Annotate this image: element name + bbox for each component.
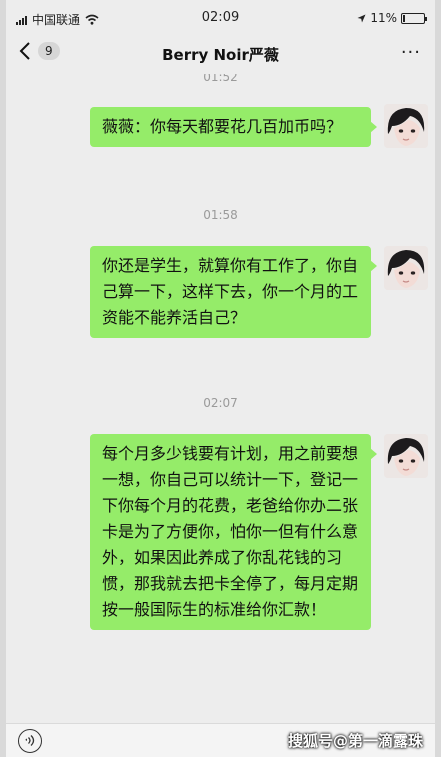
battery-level-fill xyxy=(403,14,405,22)
location-arrow-icon xyxy=(357,14,366,22)
battery-percent: 11% xyxy=(370,11,397,25)
phone-screen: 中国联通 02:09 11% 9 Berry Noir严薇 ··· 01:52 … xyxy=(0,0,441,757)
input-bar: 搜狐号@第一滴露珠 xyxy=(6,723,435,757)
message-list[interactable]: 01:52 薇薇：你每天都要花几百加币吗？ 01:58 你还是学生，就算你有工作… xyxy=(6,74,435,724)
more-dots-icon[interactable]: ··· xyxy=(401,42,421,63)
message-bubble[interactable]: 薇薇：你每天都要花几百加币吗？ xyxy=(90,107,377,147)
avatar[interactable] xyxy=(384,104,428,148)
avatar[interactable] xyxy=(384,434,428,478)
user-avatar-icon xyxy=(384,434,428,478)
status-right: 11% xyxy=(357,11,427,25)
message-row: 每个月多少钱要有计划，用之前要想一想，你自己可以统计一下，登记一下你每个月的花费… xyxy=(6,434,435,714)
voice-input-icon xyxy=(25,735,35,746)
chat-title: Berry Noir严薇 xyxy=(162,46,279,64)
avatar[interactable] xyxy=(384,246,428,290)
user-avatar-icon xyxy=(384,104,428,148)
status-bar: 中国联通 02:09 11% xyxy=(6,0,435,34)
message-row: 薇薇：你每天都要花几百加币吗？ xyxy=(6,104,435,184)
message-bubble[interactable]: 每个月多少钱要有计划，用之前要想一想，你自己可以统计一下，登记一下你每个月的花费… xyxy=(90,434,377,630)
message-row: 你还是学生，就算你有工作了，你自己算一下，这样下去，你一个月的工资能不能养活自己… xyxy=(6,246,435,370)
chat-header: 9 Berry Noir严薇 ··· xyxy=(6,34,435,74)
watermark: 搜狐号@第一滴露珠 xyxy=(287,732,423,750)
timestamp: 01:52 xyxy=(203,74,238,84)
battery-icon xyxy=(401,12,427,24)
message-bubble[interactable]: 你还是学生，就算你有工作了，你自己算一下，这样下去，你一个月的工资能不能养活自己… xyxy=(90,246,377,338)
timestamp: 02:07 xyxy=(203,396,238,410)
timestamp: 01:58 xyxy=(203,208,238,222)
user-avatar-icon xyxy=(384,246,428,290)
voice-button[interactable] xyxy=(18,729,42,753)
